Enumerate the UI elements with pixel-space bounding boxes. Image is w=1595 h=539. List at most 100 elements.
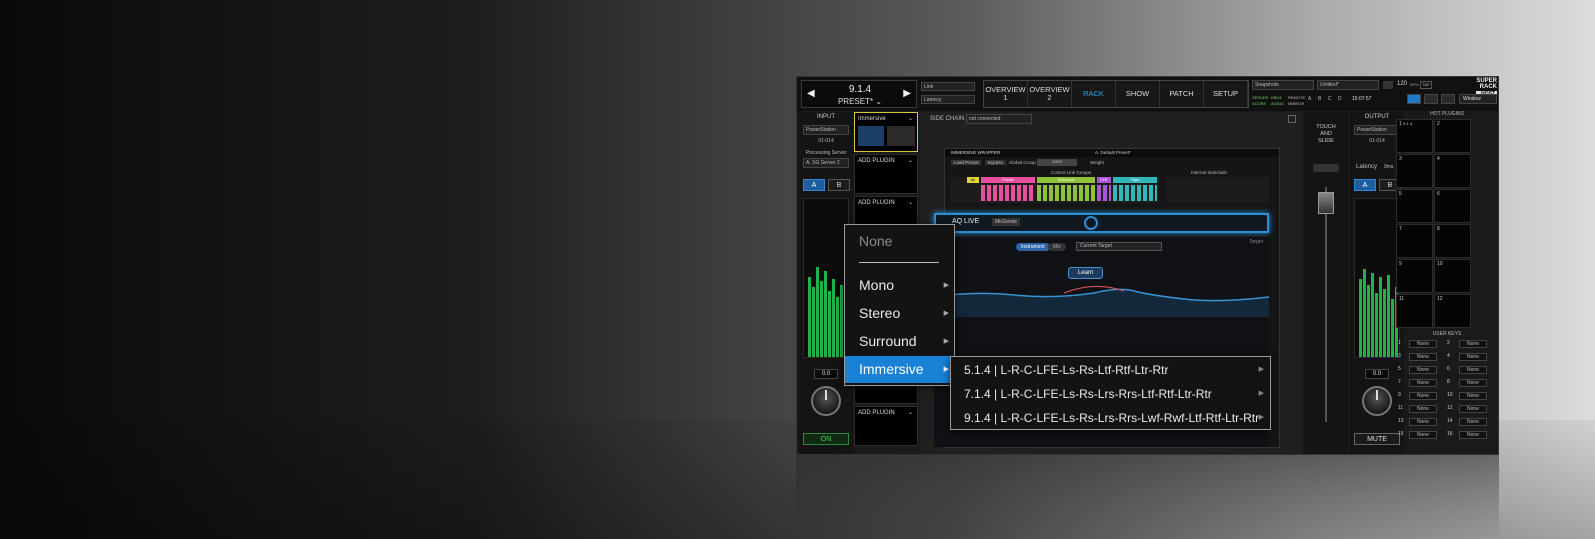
hot-plugin-slot-4[interactable]: 4 — [1434, 154, 1471, 188]
output-mute-button[interactable]: MUTE — [1354, 433, 1400, 445]
hot-plugin-slot-3[interactable]: 3 — [1396, 154, 1433, 188]
group-lfe[interactable]: LFE — [1097, 177, 1111, 183]
input-on-button[interactable]: ON — [803, 433, 849, 445]
chevron-down-icon[interactable]: ⌄ — [908, 115, 913, 122]
lfe-channels[interactable] — [1097, 185, 1111, 201]
tab-show[interactable]: SHOW — [1116, 81, 1160, 107]
fader-handle[interactable] — [1318, 192, 1334, 214]
lock-icon[interactable] — [1441, 94, 1455, 104]
global-group-select[interactable]: none — [1037, 159, 1077, 166]
surround-channels[interactable] — [1037, 185, 1095, 201]
link-select[interactable]: Link — [921, 82, 975, 91]
current-target-select[interactable]: Current Target — [1076, 242, 1162, 251]
window-button[interactable]: Window — [1459, 94, 1497, 104]
keyboard-icon[interactable] — [1424, 94, 1438, 104]
hot-plugin-slot-11[interactable]: 11 — [1396, 294, 1433, 328]
tab-overview-2[interactable]: OVERVIEW 2 — [1028, 81, 1072, 107]
output-device-select[interactable]: PowerStation — [1354, 125, 1400, 135]
snapshot-a[interactable]: A — [1308, 96, 1311, 102]
output-a-button[interactable]: A — [1354, 179, 1376, 191]
plugin-slot-immersive[interactable]: Immersive ⌄ — [854, 112, 918, 152]
menu-item-immersive[interactable]: Immersive ▶ — [845, 356, 954, 383]
hot-plugin-slot-5[interactable]: 5 — [1396, 189, 1433, 223]
hot-plugin-slot-8[interactable]: 8 — [1434, 224, 1471, 258]
expand-icon[interactable] — [1288, 115, 1296, 123]
user-key-button[interactable]: None — [1409, 418, 1437, 426]
output-gain-knob[interactable] — [1362, 386, 1392, 416]
snapshot-d[interactable]: D — [1338, 96, 1342, 102]
user-key-button[interactable]: None — [1409, 340, 1437, 348]
input-device-select[interactable]: PowerStation — [803, 125, 849, 135]
chevron-down-icon[interactable]: ⌄ — [908, 409, 913, 416]
tops-channels[interactable] — [1113, 185, 1157, 201]
user-key-button[interactable]: None — [1459, 431, 1487, 439]
clock-icon[interactable] — [1383, 81, 1393, 89]
fronts-channels[interactable] — [981, 185, 1035, 201]
user-key-button[interactable]: None — [1409, 353, 1437, 361]
user-key-button[interactable]: None — [1459, 340, 1487, 348]
hot-plugin-slot-7[interactable]: 7 — [1396, 224, 1433, 258]
tab-rack[interactable]: RACK — [1072, 81, 1116, 107]
user-key-button[interactable]: None — [1409, 431, 1437, 439]
tab-overview-1[interactable]: OVERVIEW 1 — [984, 81, 1028, 107]
group-surround[interactable]: Surround — [1037, 177, 1095, 183]
untitled-select[interactable]: Untitled* — [1317, 80, 1379, 90]
snapshot-c[interactable]: C — [1328, 96, 1332, 102]
side-chain-select[interactable]: not connected — [966, 114, 1032, 124]
hot-plugin-slot-1[interactable]: 1 9.1.4 — [1396, 119, 1433, 153]
mix-button[interactable]: Mix — [1048, 243, 1066, 251]
chevron-down-icon[interactable]: ⌄ — [908, 157, 913, 164]
hot-plugin-slot-10[interactable]: 10 — [1434, 259, 1471, 293]
bypass-button[interactable]: Bypass — [985, 160, 1006, 165]
user-key-button[interactable]: None — [1459, 418, 1487, 426]
latency-select[interactable]: Latency — [921, 95, 975, 104]
user-key-button[interactable]: None — [1409, 405, 1437, 413]
tab-patch[interactable]: PATCH — [1160, 81, 1204, 107]
instrument-button[interactable]: Instrument — [1016, 243, 1050, 251]
user-key-button[interactable]: None — [1459, 353, 1487, 361]
add-plugin-label: ADD PLUGIN — [858, 410, 895, 416]
submenu-item-514[interactable]: 5.1.4 | L-R-C-LFE-Ls-Rs-Ltf-Rtf-Ltr-Rtr ▶ — [951, 358, 1270, 382]
preset-label[interactable]: PRESET* ⌄ — [822, 97, 898, 106]
snapshot-b[interactable]: B — [1318, 96, 1321, 102]
preset-selector[interactable]: ◀ 9.1.4 PRESET* ⌄ ▶ — [801, 80, 917, 108]
menu-item-none[interactable]: None — [845, 228, 954, 255]
user-key-button[interactable]: None — [1409, 392, 1437, 400]
hot-plugin-slot-9[interactable]: 9 — [1396, 259, 1433, 293]
tap-button[interactable]: TAP — [1420, 81, 1432, 89]
input-gain-knob[interactable] — [811, 386, 841, 416]
plugin-slot-2[interactable]: ADD PLUGIN ⌄ — [854, 154, 918, 194]
menu-item-stereo[interactable]: Stereo ▶ — [845, 300, 954, 327]
user-key-button[interactable]: None — [1459, 392, 1487, 400]
aq-power-icon[interactable] — [1084, 216, 1098, 230]
hot-plugin-slot-6[interactable]: 6 — [1434, 189, 1471, 223]
menu-item-surround[interactable]: Surround ▶ — [845, 328, 954, 355]
snapshots-select[interactable]: Snapshots — [1252, 80, 1314, 90]
server-select[interactable]: A. SG Server 2 — [803, 158, 849, 168]
user-key-button[interactable]: None — [1459, 405, 1487, 413]
user-key-button[interactable]: None — [1459, 366, 1487, 374]
user-key-button[interactable]: None — [1459, 379, 1487, 387]
next-preset-icon[interactable]: ▶ — [903, 88, 911, 99]
hot-plugin-slot-12[interactable]: 12 — [1434, 294, 1471, 328]
input-b-button[interactable]: B — [828, 179, 850, 191]
plugin-slot-last[interactable]: ADD PLUGIN ⌄ — [854, 406, 918, 446]
menu-item-mono[interactable]: Mono ▶ — [845, 272, 954, 299]
wrapper-preset[interactable]: A. Default Preset* — [1095, 150, 1131, 155]
submenu-item-714[interactable]: 7.1.4 | L-R-C-LFE-Ls-Rs-Lrs-Rrs-Ltf-Rtf-… — [951, 382, 1270, 406]
user-key-button[interactable]: None — [1409, 379, 1437, 387]
mixsense-toggle[interactable]: MixSense — [992, 218, 1020, 226]
group-fronts[interactable]: Fronts — [981, 177, 1035, 183]
group-all[interactable]: All — [967, 177, 979, 183]
tab-setup[interactable]: SETUP — [1204, 81, 1248, 107]
load-preset-button[interactable]: Load Preset — [951, 160, 982, 165]
group-tops[interactable]: Tops — [1113, 177, 1157, 183]
prev-preset-icon[interactable]: ◀ — [807, 88, 815, 99]
user-key-button[interactable]: None — [1409, 366, 1437, 374]
hot-plugin-slot-2[interactable]: 2 — [1434, 119, 1471, 153]
eyedropper-icon[interactable] — [1407, 94, 1421, 104]
chevron-down-icon[interactable]: ⌄ — [908, 199, 913, 206]
input-a-button[interactable]: A — [803, 179, 825, 191]
submenu-item-914[interactable]: 9.1.4 | L-R-C-LFE-Ls-Rs-Lrs-Rrs-Lwf-Rwf-… — [951, 406, 1270, 430]
internal-sidechain-grid[interactable] — [1167, 177, 1269, 203]
